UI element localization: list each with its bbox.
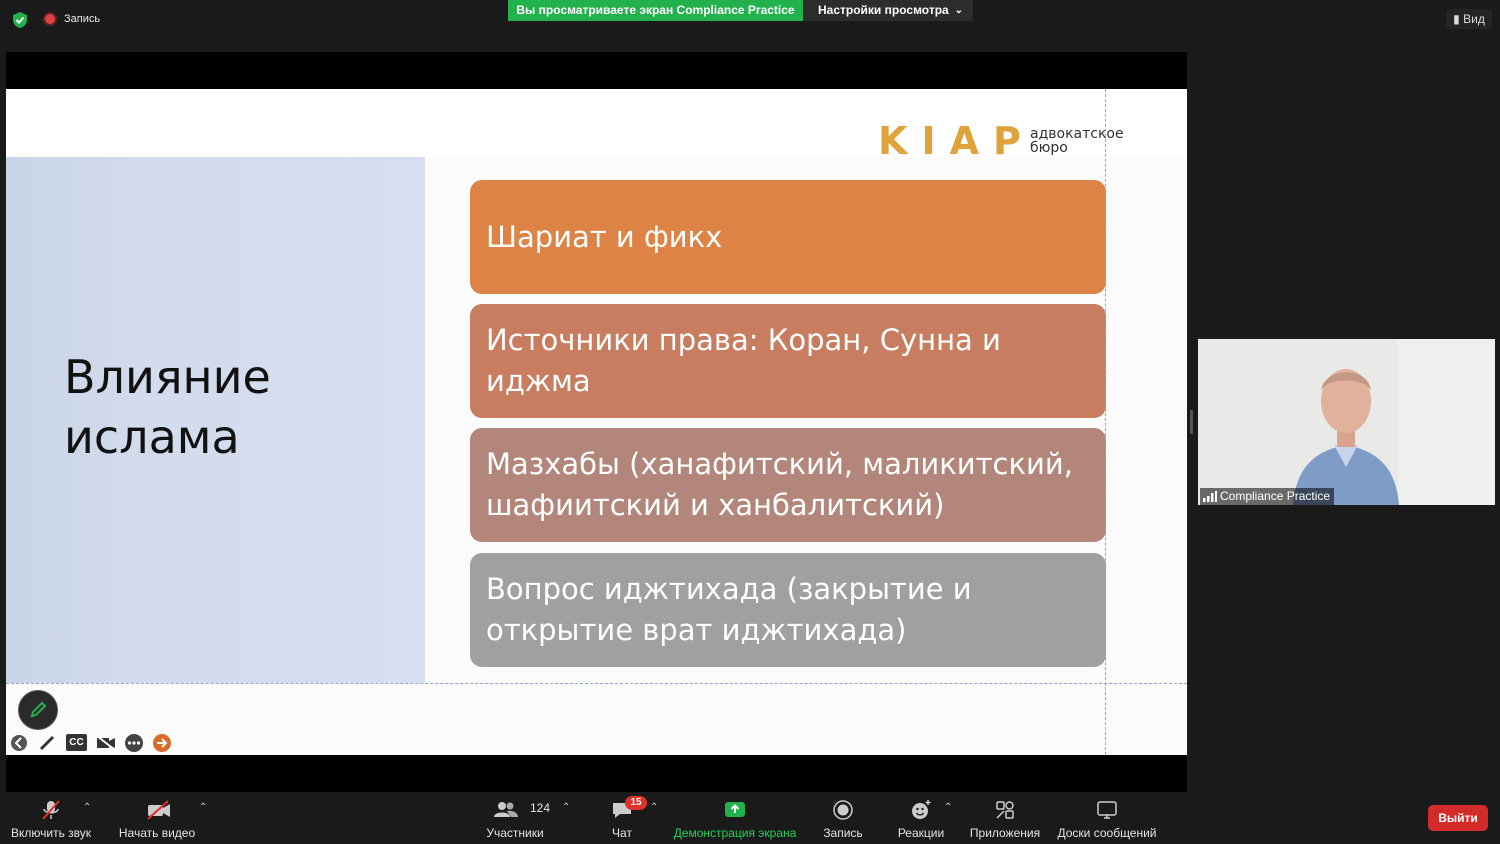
pen-small-icon[interactable] (38, 734, 58, 752)
participants-label: Участники (486, 826, 544, 840)
leave-button[interactable]: Выйти (1428, 805, 1488, 831)
apps-button[interactable]: Приложения (966, 792, 1044, 844)
slide-guide-vertical (1105, 89, 1106, 755)
start-video-button[interactable]: Начать видео (114, 792, 200, 844)
whiteboard-icon (1097, 801, 1117, 819)
participant-name-label: Compliance Practice (1200, 488, 1335, 505)
apps-label: Приложения (969, 826, 1041, 840)
chat-unread-badge: 15 (625, 796, 647, 810)
record-icon (833, 800, 853, 820)
reactions-label: Реакции (897, 826, 945, 840)
slide-title-line: Влияние (64, 350, 271, 404)
microphone-muted-icon (42, 800, 60, 820)
participants-count: 124 (530, 801, 551, 815)
participant-name: Compliance Practice (1220, 489, 1331, 503)
participant-video (1198, 339, 1495, 505)
slide-box-ijtihad: Вопрос иджтихада (закрытие и открытие вр… (470, 553, 1106, 667)
chat-label: Чат (612, 826, 632, 840)
start-video-label: Начать видео (118, 826, 196, 840)
slide-box-sources: Источники права: Коран, Сунна и иджма (470, 304, 1106, 418)
unmute-button[interactable]: Включить звук (6, 792, 96, 844)
pen-tool-button[interactable] (18, 690, 58, 730)
view-button[interactable]: ▮ Вид (1446, 9, 1492, 29)
unmute-label: Включить звук (10, 826, 92, 840)
video-options-caret[interactable]: ⌃ (199, 802, 207, 813)
logo-text-line: адвокатское (1030, 126, 1124, 142)
more-icon[interactable] (124, 733, 144, 753)
audio-options-caret[interactable]: ⌃ (83, 802, 91, 813)
slide-box-sharia: Шариат и фикх (470, 180, 1106, 294)
slide-guide-horizontal (6, 683, 1187, 684)
chat-options-caret[interactable]: ⌃ (650, 802, 658, 813)
share-screen-button[interactable]: Демонстрация экрана (672, 792, 798, 844)
share-banner: Вы просматриваете экран Compliance Pract… (508, 0, 803, 21)
pencil-icon (30, 701, 47, 718)
reactions-options-caret[interactable]: ⌃ (944, 802, 952, 813)
shield-icon[interactable] (12, 11, 28, 29)
whiteboards-label: Доски сообщений (1057, 826, 1157, 840)
view-settings-dropdown[interactable]: Настройки просмотра ⌄ (803, 0, 973, 21)
meeting-toolbar: Включить звук Начать видео 124 Участники… (0, 792, 1500, 844)
record-label: Запись (823, 826, 863, 840)
share-screen-icon (725, 802, 745, 817)
video-off-icon[interactable] (95, 734, 117, 752)
participant-video-tile[interactable] (1198, 339, 1495, 505)
slide-box-madhhabs: Мазхабы (ханафитский, маликитский, шафии… (470, 428, 1106, 542)
share-screen-label: Демонстрация экрана (673, 826, 797, 840)
closed-captions-icon[interactable]: CC (66, 734, 87, 751)
participants-icon (494, 802, 518, 817)
panel-resize-handle[interactable] (1190, 410, 1193, 434)
chevron-down-icon: ⌄ (954, 5, 963, 16)
signal-icon (1203, 491, 1217, 502)
participants-button[interactable]: 124 Участники (480, 792, 550, 844)
logo-text: адвокатское бюро (1030, 127, 1124, 155)
reactions-button[interactable]: Реакции (894, 792, 948, 844)
record-button[interactable]: Запись (818, 792, 868, 844)
svg-text:KIAP: KIAP (878, 121, 1035, 157)
prev-slide-icon[interactable] (10, 734, 28, 752)
presentation-slide: Влияние ислама KIAP адвокатское бюро Шар… (6, 89, 1187, 755)
view-layout-icon: ▮ (1453, 12, 1460, 26)
apps-icon (996, 801, 1014, 819)
whiteboards-button[interactable]: Доски сообщений (1054, 792, 1160, 844)
next-slide-icon[interactable] (152, 733, 172, 753)
reactions-icon (912, 800, 931, 819)
recording-label: Запись (64, 13, 101, 25)
view-label: Вид (1463, 12, 1485, 26)
slide-title-line: ислама (64, 410, 240, 464)
slide-title: Влияние ислама (64, 347, 271, 467)
participants-options-caret[interactable]: ⌃ (562, 802, 570, 813)
recording-icon (43, 12, 57, 26)
video-camera-off-icon (147, 800, 170, 820)
logo-text-line: бюро (1030, 140, 1068, 156)
view-settings-label: Настройки просмотра (818, 3, 949, 17)
